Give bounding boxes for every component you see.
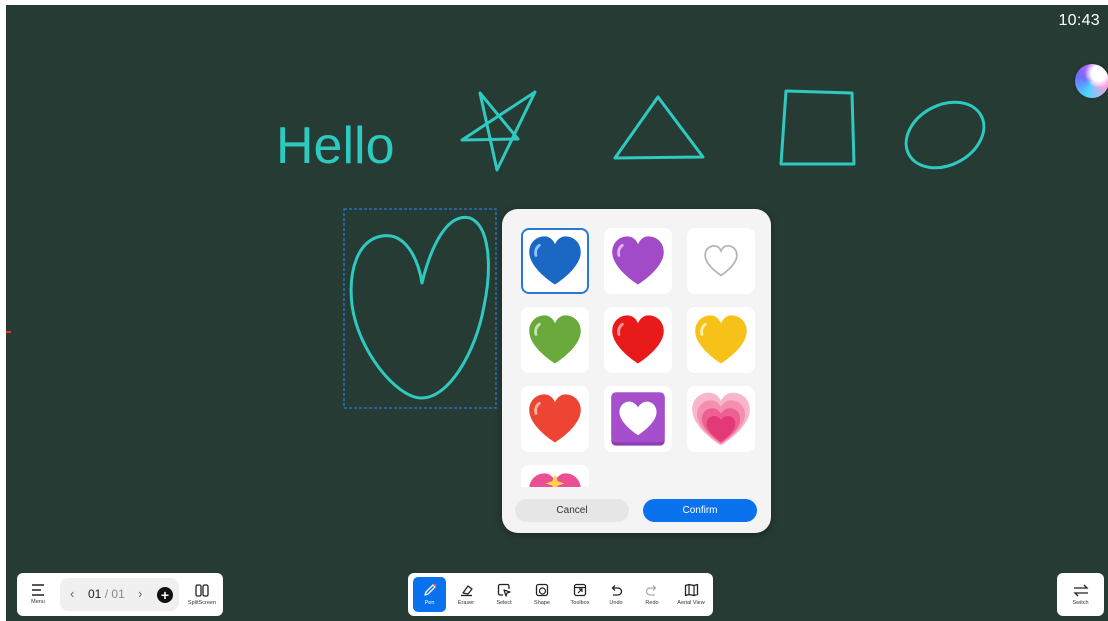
splitscreen-button[interactable]: SplitScreen — [183, 573, 221, 616]
pen-icon — [423, 583, 436, 596]
aerial-view-icon — [684, 583, 698, 597]
next-page-icon[interactable]: › — [138, 586, 142, 601]
emoji-picker-dialog: Cancel Confirm — [502, 209, 771, 533]
tool-select[interactable]: Select — [486, 573, 522, 616]
assistant-orb-icon[interactable] — [1075, 64, 1108, 98]
page-total: 01 — [111, 587, 125, 601]
menu-icon — [32, 584, 44, 596]
quadrilateral-shape[interactable] — [779, 89, 856, 166]
menu-button[interactable]: Menu — [19, 573, 57, 616]
switch-icon — [1072, 584, 1089, 596]
emoji-tile-red-heart[interactable] — [604, 307, 672, 373]
clock: 10:43 — [1058, 12, 1100, 29]
tool-label: Aerial View — [677, 600, 705, 606]
splitscreen-label: SplitScreen — [187, 599, 217, 606]
page-current: 01 — [88, 587, 102, 601]
ellipse-shape[interactable] — [895, 89, 996, 180]
blue-heart-icon — [529, 236, 581, 285]
add-page-icon[interactable]: + — [157, 587, 173, 603]
star-shape[interactable] — [460, 90, 537, 172]
purple-heart-icon — [612, 236, 664, 285]
splitscreen-icon — [195, 583, 209, 597]
right-toolbar: Switch — [1057, 573, 1104, 616]
tool-label: Undo — [609, 600, 623, 606]
emoji-tile-yellow-heart[interactable] — [687, 307, 755, 373]
tool-shape[interactable]: Shape — [524, 573, 560, 616]
emoji-tile-sparkling-heart[interactable] — [521, 465, 589, 487]
cancel-button[interactable]: Cancel — [515, 499, 629, 522]
heart-stroke[interactable] — [349, 215, 490, 400]
emoji-tile-purple-heart[interactable] — [604, 228, 672, 294]
tool-label: Shape — [534, 600, 550, 606]
redo-icon — [645, 585, 657, 596]
prev-page-icon[interactable]: ‹ — [70, 586, 74, 601]
emoji-grid[interactable] — [502, 209, 771, 487]
menu-label: Menu — [31, 599, 45, 605]
page-indicator: 01 / 01 — [88, 587, 125, 601]
orange-red-heart-icon — [529, 394, 581, 443]
heart-decoration-icon — [611, 392, 665, 446]
switch-label: Switch — [1072, 599, 1089, 606]
tool-label: Select — [496, 600, 512, 606]
select-icon — [497, 583, 511, 597]
triangle-shape[interactable] — [613, 95, 705, 160]
tool-eraser[interactable]: Eraser — [448, 573, 484, 616]
switch-button[interactable]: Switch — [1061, 573, 1100, 616]
tool-label: Pen — [424, 600, 435, 606]
selection-box[interactable] — [343, 208, 497, 409]
revolving-hearts-icon — [692, 392, 750, 446]
emoji-tile-green-heart[interactable] — [521, 307, 589, 373]
edge-marker — [6, 331, 11, 333]
left-toolbar: Menu ‹ 01 / 01 › + SplitScreen — [17, 573, 223, 616]
shape-icon — [535, 583, 549, 597]
emoji-tile-orange-red-heart[interactable] — [521, 386, 589, 452]
emoji-tile-revolving-hearts[interactable] — [687, 386, 755, 452]
tool-undo[interactable]: Undo — [600, 573, 632, 616]
confirm-button[interactable]: Confirm — [643, 499, 757, 522]
page-separator: / — [104, 587, 109, 601]
main-toolbar: Pen Eraser Select Shape Toolbox Undo Red… — [408, 573, 713, 616]
green-heart-icon — [529, 315, 581, 364]
page-navigator: ‹ 01 / 01 › + — [60, 578, 179, 611]
undo-icon — [611, 585, 623, 596]
toolbox-icon — [573, 583, 587, 597]
tool-redo[interactable]: Redo — [636, 573, 668, 616]
yellow-heart-icon — [695, 315, 747, 364]
sparkling-heart-icon — [529, 473, 581, 487]
emoji-tile-blue-heart[interactable] — [521, 228, 589, 294]
tool-toolbox[interactable]: Toolbox — [562, 573, 598, 616]
tool-label: Redo — [645, 600, 659, 606]
tool-aerial-view[interactable]: Aerial View — [672, 573, 710, 616]
tool-label: Eraser — [457, 600, 475, 606]
tool-pen[interactable]: Pen — [413, 577, 446, 612]
tool-label: Toolbox — [570, 600, 590, 606]
handwritten-text[interactable]: Hello — [276, 117, 395, 175]
emoji-tile-white-heart[interactable] — [687, 228, 755, 294]
emoji-tile-heart-decoration[interactable] — [604, 386, 672, 452]
eraser-icon — [460, 585, 473, 597]
red-heart-icon — [612, 315, 664, 364]
white-heart-icon — [704, 244, 738, 277]
